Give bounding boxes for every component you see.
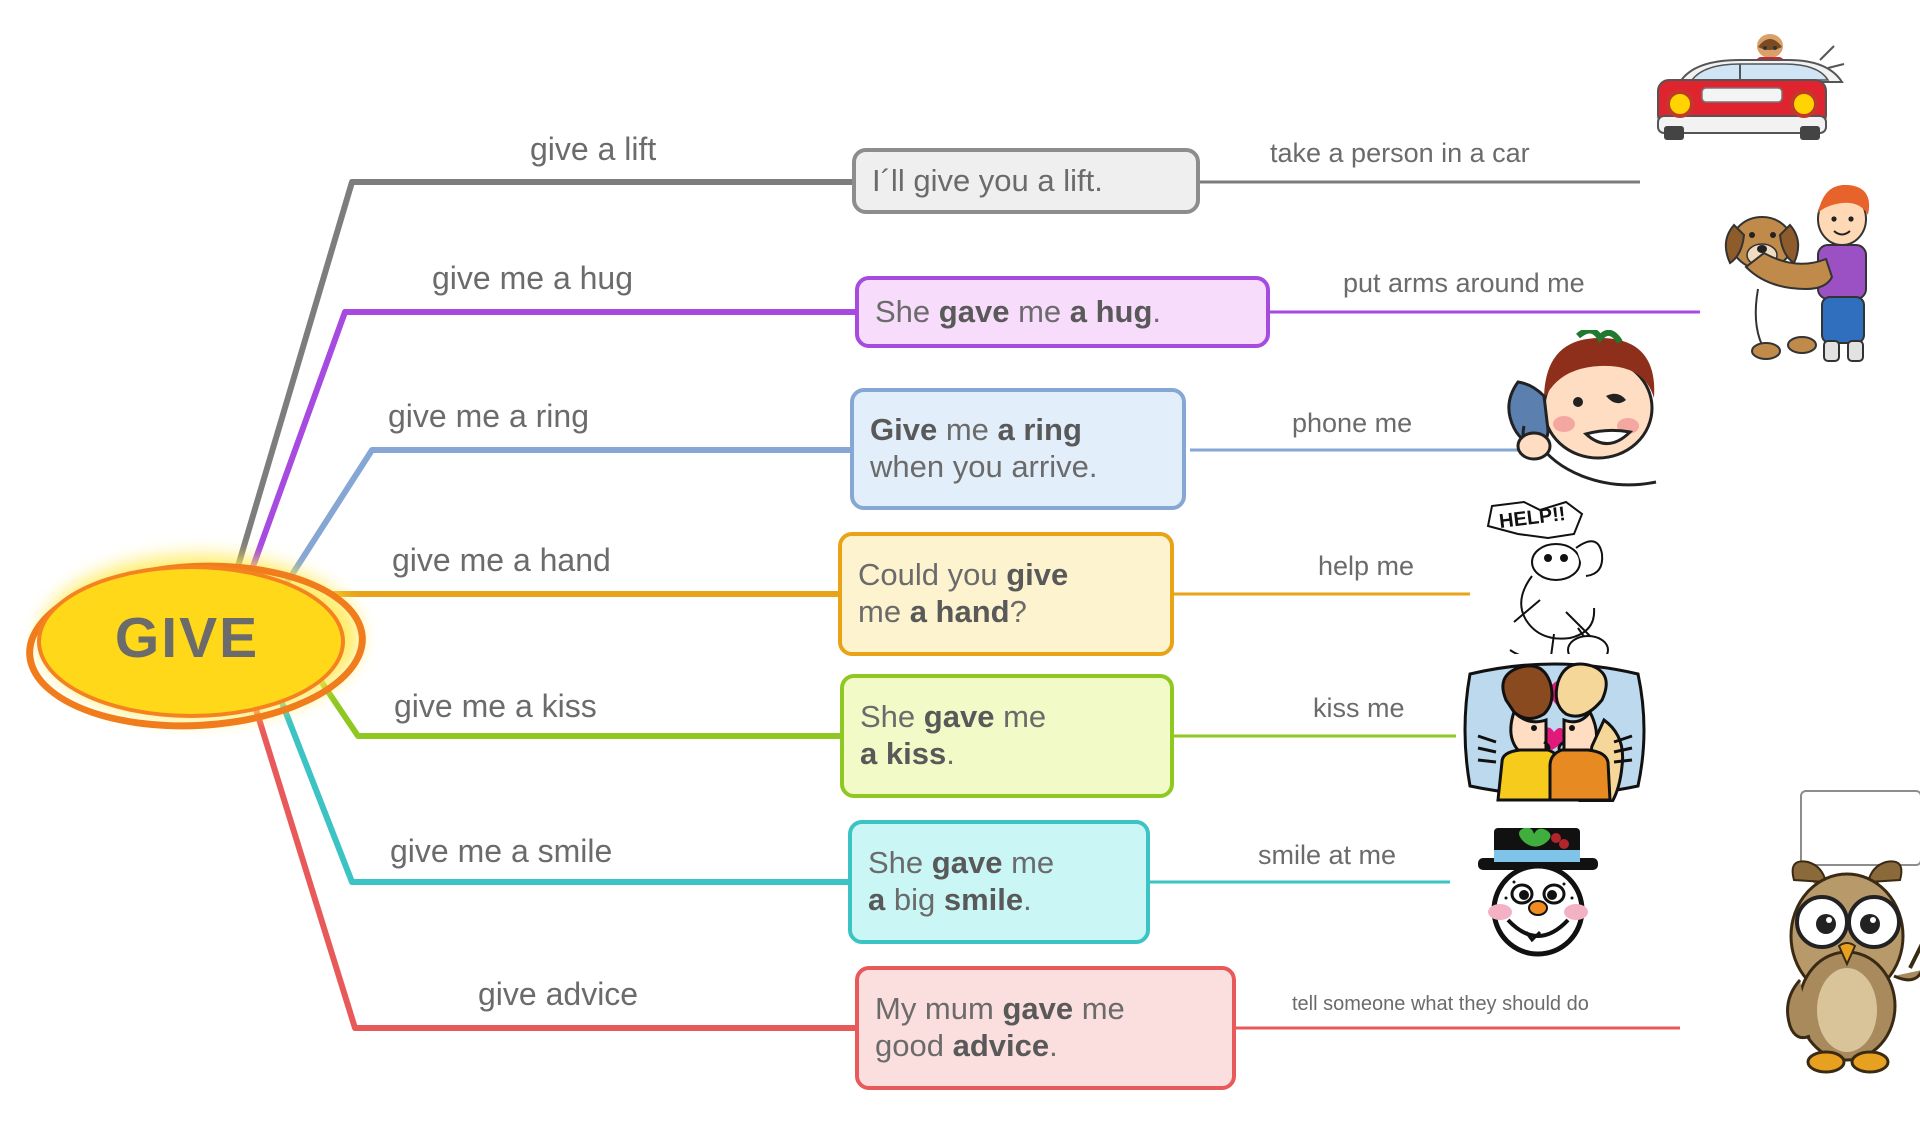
branch-label-advice: give advice xyxy=(478,976,639,1012)
meaning-label-advice: tell someone what they should do xyxy=(1292,993,1589,1015)
branch-label-hug: give me a hug xyxy=(432,260,634,296)
car-with-driver-icon xyxy=(1657,34,1845,140)
example-text-hug: She gave me a hug. xyxy=(875,293,1162,329)
branch-label-ring: give me a ring xyxy=(388,398,589,434)
meaning-label-lift: take a person in a car xyxy=(1270,138,1530,168)
example-text-hand: Could you give me a hand? xyxy=(858,557,1069,629)
example-box-hug[interactable]: She gave me a hug. xyxy=(855,276,1270,348)
example-text-ring: Give me a ring when you arrive. xyxy=(870,412,1098,484)
help-sketch-icon: HELP!! xyxy=(1486,500,1609,670)
example-text-lift: I´ll give you a lift. xyxy=(872,162,1103,198)
meaning-label-smile: smile at me xyxy=(1258,840,1397,870)
snowman-face-icon xyxy=(1478,828,1598,957)
example-box-ring[interactable]: Give me a ring when you arrive. xyxy=(850,388,1186,510)
girl-on-phone-icon xyxy=(1507,330,1657,487)
owl-teacher-icon xyxy=(1786,860,1920,1074)
example-text-smile: She gave me a big smile. xyxy=(868,845,1055,917)
example-box-lift[interactable]: I´ll give you a lift. xyxy=(852,148,1200,214)
meaning-label-kiss: kiss me xyxy=(1313,693,1405,723)
example-box-hand[interactable]: Could you give me a hand? xyxy=(838,532,1174,656)
example-text-advice: My mum gave me good advice. xyxy=(875,991,1125,1063)
branch-label-kiss: give me a kiss xyxy=(394,688,597,724)
branch-label-hand: give me a hand xyxy=(392,542,611,578)
meaning-label-hand: help me xyxy=(1318,551,1415,581)
example-box-smile[interactable]: She gave me a big smile. xyxy=(848,820,1150,944)
mindmap-canvas: GIVE give a lift give me a hug give me a… xyxy=(0,0,1920,1125)
central-node[interactable]: GIVE xyxy=(10,545,380,738)
example-text-kiss: She gave me a kiss. xyxy=(860,699,1047,771)
meaning-label-hug: put arms around me xyxy=(1343,268,1585,298)
branch-label-lift: give a lift xyxy=(530,131,657,167)
example-box-kiss[interactable]: She gave me a kiss. xyxy=(840,674,1174,798)
example-box-advice[interactable]: My mum gave me good advice. xyxy=(855,966,1236,1090)
branch-label-smile: give me a smile xyxy=(390,833,613,869)
meaning-label-ring: phone me xyxy=(1292,408,1413,438)
central-node-label: GIVE xyxy=(114,605,260,670)
girl-hugging-dog-icon xyxy=(1724,185,1869,362)
couple-kissing-icon xyxy=(1456,654,1652,802)
